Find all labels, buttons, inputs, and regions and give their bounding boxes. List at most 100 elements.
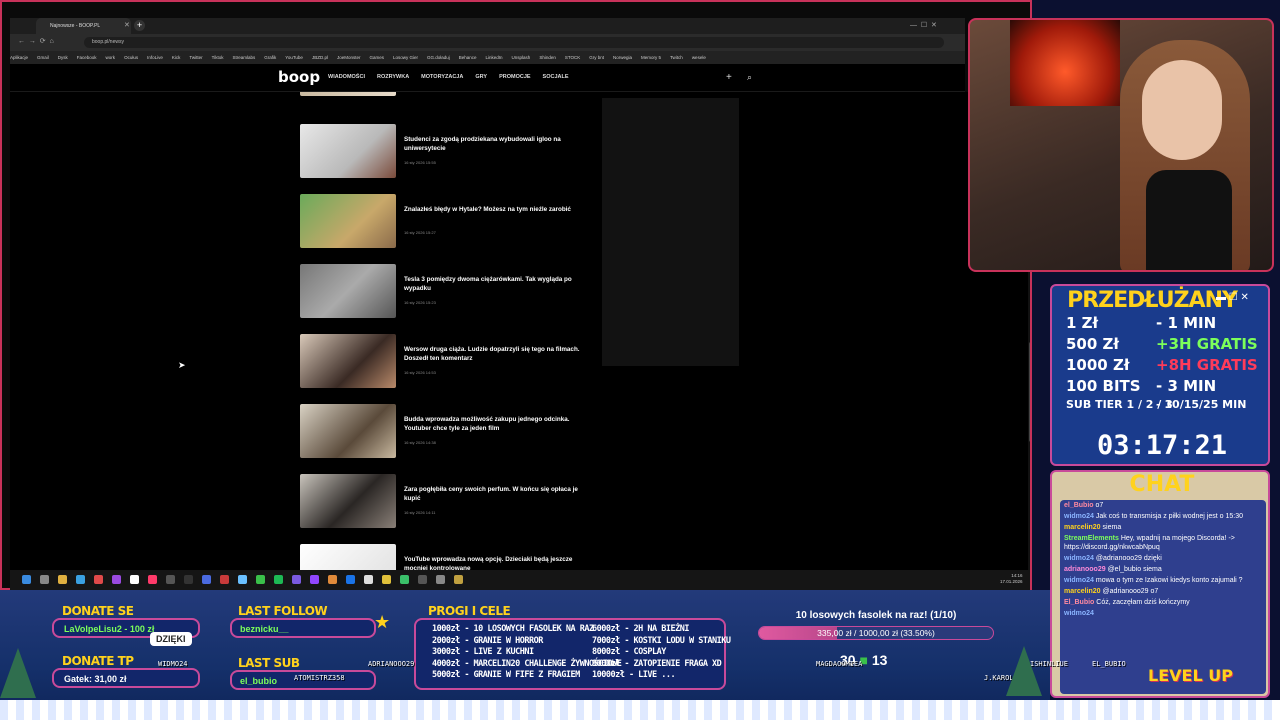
site-logo[interactable]: boop <box>278 68 320 86</box>
close-tab-icon[interactable]: ✕ <box>124 21 130 29</box>
nav-link[interactable]: GRY <box>475 74 487 80</box>
app-icon[interactable] <box>400 575 409 584</box>
app-icon[interactable] <box>76 575 85 584</box>
article-title[interactable]: Wersow druga ciąża. Ludzie dopatrzyli si… <box>404 346 594 363</box>
search-icon[interactable]: ⌕ <box>747 72 752 83</box>
bookmark-item[interactable]: Facebook <box>77 55 97 60</box>
steam-icon[interactable] <box>346 575 355 584</box>
chat-username[interactable]: widmo24 <box>1064 555 1094 562</box>
app-icon[interactable] <box>202 575 211 584</box>
tray-clock[interactable]: 14:16 17.01.2026 <box>1000 573 1023 585</box>
list-item[interactable]: Tesla 3 pomiędzy dwoma ciężarówkami. Tak… <box>300 264 600 320</box>
bookmark-item[interactable]: Shinden <box>539 55 556 60</box>
app-icon[interactable] <box>220 575 229 584</box>
article-thumbnail[interactable] <box>300 404 396 458</box>
bookmark-item[interactable]: Ocułus <box>124 55 138 60</box>
search-taskbar-icon[interactable] <box>40 575 49 584</box>
app-icon[interactable] <box>364 575 373 584</box>
article-title[interactable]: Studenci za zgodą prodziekana wybudowali… <box>404 136 594 153</box>
app-icon[interactable] <box>166 575 175 584</box>
article-title[interactable]: Zara pogłębiła ceny swoich perfum. W koń… <box>404 486 594 503</box>
app-icon[interactable] <box>436 575 445 584</box>
bookmark-item[interactable]: Gry bnt <box>589 55 604 60</box>
nav-link[interactable]: MOTORYZACJA <box>421 74 463 80</box>
bookmark-item[interactable]: YouTube <box>285 55 303 60</box>
spotify-icon[interactable] <box>274 575 283 584</box>
twitch-icon[interactable] <box>310 575 319 584</box>
article-thumbnail[interactable] <box>300 124 396 178</box>
browser-tab[interactable]: Najnowsze - BOOP.PL <box>36 18 131 34</box>
nav-buttons[interactable]: ← → ⟳ ⌂ <box>18 37 54 45</box>
chat-username[interactable]: widmo24 <box>1064 513 1094 520</box>
bookmark-item[interactable]: InfoLive <box>147 55 163 60</box>
chat-username[interactable]: marcelin20 <box>1064 524 1101 531</box>
app-icon[interactable] <box>454 575 463 584</box>
bookmark-item[interactable]: Dysk <box>58 55 68 60</box>
article-thumbnail[interactable] <box>300 474 396 528</box>
article-title[interactable]: YouTube wprowadza nową opcję. Dzieciaki … <box>404 556 594 570</box>
bookmark-item[interactable]: work <box>106 55 116 60</box>
chat-username[interactable]: widmo24 <box>1064 577 1094 584</box>
tiktok-icon[interactable] <box>148 575 157 584</box>
chrome-icon[interactable] <box>382 575 391 584</box>
chat-username[interactable]: El_Bubio <box>1064 599 1094 606</box>
nav-link[interactable]: PROMOCJE <box>499 74 530 80</box>
bookmark-item[interactable]: LinkedIn <box>486 55 503 60</box>
article-title[interactable]: Znalazłeś błędy w Hytale? Możesz na tym … <box>404 206 594 215</box>
article-thumbnail[interactable] <box>300 92 396 96</box>
nav-link[interactable]: WIADOMOŚCI <box>328 74 365 80</box>
bookmark-item[interactable]: Streamlabs <box>232 55 255 60</box>
bookmark-item[interactable]: Games <box>369 55 384 60</box>
list-item[interactable]: YouTube wprowadza nową opcję. Dzieciaki … <box>300 544 600 570</box>
explorer-icon[interactable] <box>58 575 67 584</box>
list-item[interactable]: Zara pogłębiła ceny swoich perfum. W koń… <box>300 474 600 530</box>
chat-username[interactable]: el_Bubio <box>1064 502 1094 509</box>
bookmark-item[interactable]: JBZD.pl <box>312 55 328 60</box>
list-item[interactable]: Znalazłeś błędy w Hytale? Możesz na tym … <box>300 194 600 250</box>
bookmark-item[interactable]: Gmail <box>37 55 49 60</box>
chat-username[interactable]: adrianooo29 <box>1064 566 1106 573</box>
windows-start-icon[interactable] <box>22 575 31 584</box>
app-icon[interactable] <box>94 575 103 584</box>
plus-icon[interactable]: + <box>726 72 732 83</box>
xbox-icon[interactable] <box>256 575 265 584</box>
bookmark-item[interactable]: Twitch <box>670 55 683 60</box>
scrollbar-thumb[interactable] <box>1029 342 1030 442</box>
bookmark-item[interactable]: Aplikacje <box>10 55 28 60</box>
nav-link[interactable]: SOCJALE <box>543 74 569 80</box>
nav-link[interactable]: ROZRYWKA <box>377 74 409 80</box>
article-thumbnail[interactable] <box>300 334 396 388</box>
app-icon[interactable] <box>130 575 139 584</box>
bookmark-item[interactable]: STOCK <box>565 55 580 60</box>
bookmark-item[interactable]: Twitter <box>189 55 202 60</box>
chat-username[interactable]: widmo24 <box>1064 610 1094 617</box>
app-icon[interactable] <box>328 575 337 584</box>
bookmark-item[interactable]: Kick <box>172 55 181 60</box>
article-thumbnail[interactable] <box>300 194 396 248</box>
app-icon[interactable] <box>184 575 193 584</box>
article-title[interactable]: Budda wprowadza możliwość zakupu jednego… <box>404 416 594 433</box>
list-item[interactable]: Wersow druga ciąża. Ludzie dopatrzyli si… <box>300 334 600 390</box>
discord-icon[interactable] <box>292 575 301 584</box>
bookmark-item[interactable]: wesele <box>692 55 706 60</box>
app-icon[interactable] <box>238 575 247 584</box>
app-icon[interactable] <box>112 575 121 584</box>
new-tab-icon[interactable]: + <box>134 20 145 31</box>
article-thumbnail[interactable] <box>300 544 396 570</box>
bookmark-item[interactable]: Grafik <box>264 55 276 60</box>
article-title[interactable]: Tesla 3 pomiędzy dwoma ciężarówkami. Tak… <box>404 276 594 293</box>
address-bar[interactable]: boop.pl/newsy <box>84 37 944 48</box>
bookmark-item[interactable]: JoeMonster <box>337 55 361 60</box>
bookmark-item[interactable]: GG.doładuj <box>427 55 450 60</box>
window-controls[interactable]: — ☐ ✕ <box>910 21 937 29</box>
bookmark-item[interactable]: Unsplash <box>512 55 531 60</box>
chat-username[interactable]: StreamElements <box>1064 535 1119 542</box>
bookmark-item[interactable]: Behance <box>459 55 477 60</box>
bookmark-item[interactable]: Tiktok <box>212 55 224 60</box>
bookmark-item[interactable]: Norwegia <box>613 55 632 60</box>
chat-username[interactable]: marcelin20 <box>1064 588 1101 595</box>
bookmark-item[interactable]: Losowy Gier <box>393 55 418 60</box>
article-thumbnail[interactable] <box>300 264 396 318</box>
bookmark-item[interactable]: Memory 5 <box>641 55 661 60</box>
list-item[interactable]: Studenci za zgodą prodziekana wybudowali… <box>300 124 600 180</box>
